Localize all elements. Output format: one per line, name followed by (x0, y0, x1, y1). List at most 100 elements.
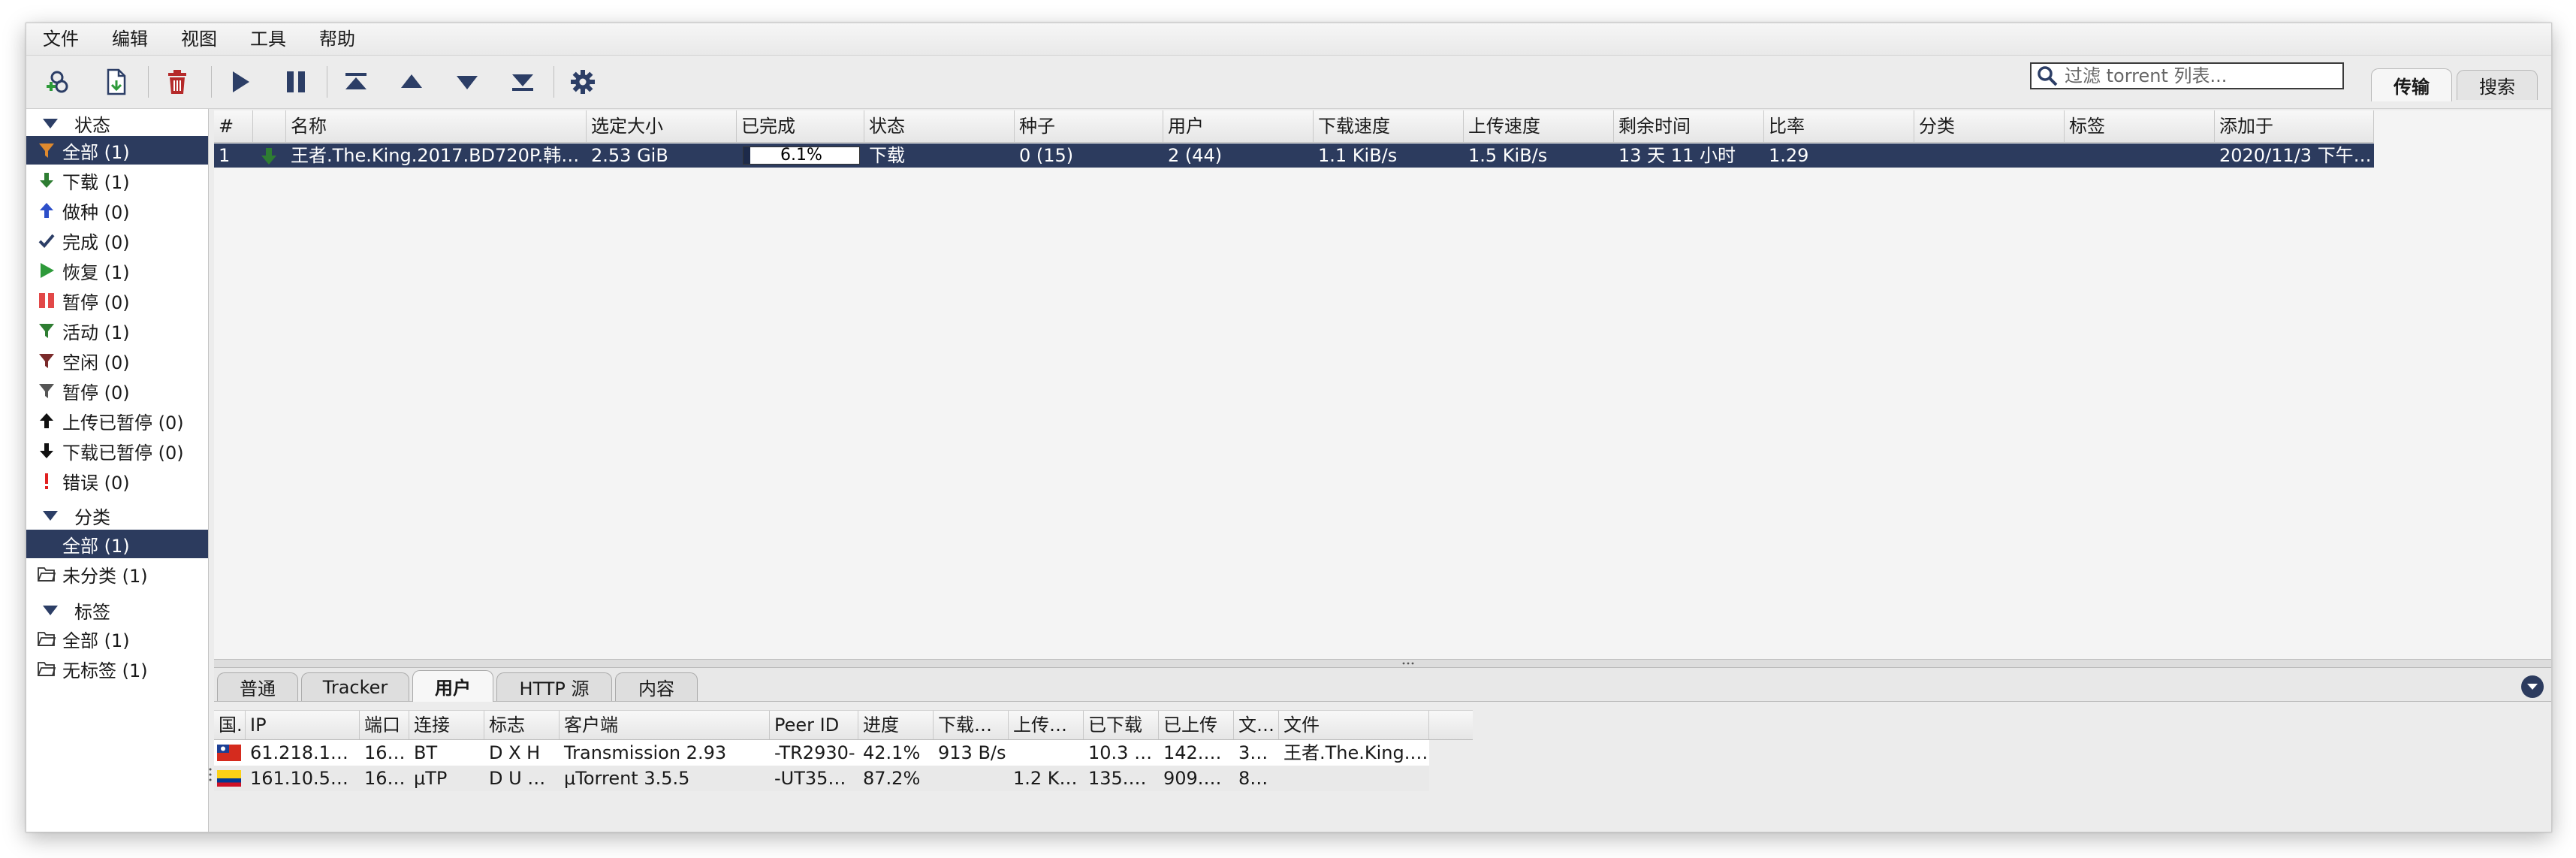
peer-col-peer-id[interactable]: Peer ID (770, 711, 858, 739)
torrent-table-header: # 名称 选定大小 已完成 状态 种子 用户 下载速度 上传速度 剩余时间 比率… (214, 110, 2374, 143)
sidebar-item-errored[interactable]: 错误 (0) (26, 467, 208, 495)
sidebar-item-completed[interactable]: 完成 (0) (26, 226, 208, 255)
menu-help[interactable]: 帮助 (303, 23, 372, 55)
peer-row[interactable]: 61.218.12… 16… BT D X H Transmission 2.9… (214, 740, 1429, 766)
menu-bar: 文件 编辑 视图 工具 帮助 (26, 23, 2551, 56)
sidebar-item-downloading[interactable]: 下载 (1) (26, 166, 208, 195)
col-header-dl-speed[interactable]: 下载速度 (1314, 110, 1464, 142)
col-header-size[interactable]: 选定大小 (587, 110, 737, 142)
category-section-header[interactable]: 分类 (26, 501, 110, 530)
sidebar-item-resumed[interactable]: 恢复 (1) (26, 256, 208, 285)
tab-http-sources[interactable]: HTTP 源 (496, 672, 612, 701)
download-arrow-icon (37, 441, 56, 461)
tab-general[interactable]: 普通 (217, 672, 298, 701)
peer-downloaded: 135.… (1088, 768, 1147, 789)
col-header-ratio[interactable]: 比率 (1764, 110, 1914, 142)
add-torrent-link-button[interactable] (43, 65, 77, 99)
peer-col-ip[interactable]: IP (246, 711, 360, 739)
menu-file[interactable]: 文件 (26, 23, 95, 55)
peer-col-uploaded[interactable]: 已上传 (1159, 711, 1234, 739)
peer-col-relevance[interactable]: 文… (1234, 711, 1279, 739)
col-header-name[interactable]: 名称 (286, 110, 587, 142)
play-icon (233, 71, 249, 92)
col-header-added-on[interactable]: 添加于 (2215, 110, 2374, 142)
add-torrent-file-button[interactable] (98, 65, 133, 99)
check-icon (37, 231, 56, 250)
torrent-dl-speed: 1.1 KiB/s (1318, 145, 1398, 166)
sidebar-item-label: 活动 (1) (62, 322, 130, 343)
peer-col-files[interactable]: 文件 (1279, 711, 1429, 739)
peer-col-country[interactable]: 国. (214, 711, 246, 739)
peer-col-ul-speed[interactable]: 上传… (1009, 711, 1084, 739)
peer-col-downloaded[interactable]: 已下载 (1084, 711, 1159, 739)
peer-col-progress[interactable]: 进度 (858, 711, 934, 739)
menu-tools[interactable]: 工具 (234, 23, 303, 55)
peer-col-dl-speed[interactable]: 下载… (934, 711, 1009, 739)
sidebar-item-inactive[interactable]: 空闲 (0) (26, 346, 208, 375)
sidebar-item-tag-all[interactable]: 全部 (1) (26, 624, 208, 653)
peer-ip: 61.218.12… (250, 742, 360, 763)
arrow-up-icon (37, 201, 56, 220)
sidebar-item-active[interactable]: 活动 (1) (26, 316, 208, 345)
col-header-peers[interactable]: 用户 (1163, 110, 1314, 142)
pause-button[interactable] (279, 65, 313, 99)
col-header-status-icon[interactable] (253, 110, 286, 142)
move-down-button[interactable] (450, 65, 484, 99)
col-header-state[interactable]: 状态 (864, 110, 1015, 142)
sidebar-item-paused[interactable]: 暂停 (0) (26, 286, 208, 315)
col-header-progress[interactable]: 已完成 (737, 110, 864, 142)
sidebar-item-upload-stalled[interactable]: 上传已暂停 (0) (26, 406, 208, 435)
col-header-seeds[interactable]: 种子 (1015, 110, 1163, 142)
options-button[interactable] (566, 65, 600, 99)
peer-col-port[interactable]: 端口 (360, 711, 409, 739)
col-header-category[interactable]: 分类 (1914, 110, 2065, 142)
flag-colombia-icon (217, 770, 241, 787)
sidebar-item-untagged[interactable]: 无标签 (1) (26, 654, 208, 683)
filter-icon (37, 381, 56, 400)
sidebar-item-download-stalled[interactable]: 下载已暂停 (0) (26, 437, 208, 465)
sidebar-item-category-all[interactable]: 全部 (1) (26, 530, 208, 558)
peer-col-flags[interactable]: 标志 (484, 711, 560, 739)
sidebar-item-label: 无标签 (1) (62, 660, 148, 681)
peer-row[interactable]: 161.10.56.54 16… μTP D U … μTorrent 3.5.… (214, 766, 1429, 791)
sidebar-item-seeding[interactable]: 做种 (0) (26, 196, 208, 225)
sidebar-item-stalled[interactable]: 暂停 (0) (26, 376, 208, 405)
tab-transfers[interactable]: 传输 (2371, 68, 2452, 101)
sidebar-item-label: 恢复 (1) (62, 261, 130, 283)
col-header-num[interactable]: # (214, 110, 253, 142)
peers-table-header: 国. IP 端口 连接 标志 客户端 Peer ID 进度 下载… 上传… 已下… (214, 710, 1473, 740)
sidebar-item-label: 错误 (0) (62, 472, 130, 494)
sidebar-item-label: 完成 (0) (62, 231, 130, 253)
peer-col-connection[interactable]: 连接 (409, 711, 484, 739)
sidebar-item-all[interactable]: 全部 (1) (26, 136, 208, 165)
sidebar-item-label: 上传已暂停 (0) (62, 412, 184, 434)
peers-list: 国. IP 端口 连接 标志 客户端 Peer ID 进度 下载… 上传… 已下… (209, 702, 2551, 832)
peer-id: -TR2930- (774, 742, 855, 763)
peer-progress: 87.2% (863, 768, 921, 789)
status-section-header[interactable]: 状态 (26, 109, 110, 137)
sidebar-item-label: 暂停 (0) (62, 382, 130, 403)
torrent-row[interactable]: 1 王者.The.King.2017.BD720P.韩语… 2.53 GiB 6… (214, 144, 2374, 168)
panel-splitter[interactable] (214, 659, 2551, 668)
delete-button[interactable] (160, 65, 195, 99)
tab-tracker[interactable]: Tracker (301, 672, 409, 701)
col-header-ul-speed[interactable]: 上传速度 (1464, 110, 1614, 142)
peer-col-client[interactable]: 客户端 (560, 711, 770, 739)
tab-search[interactable]: 搜索 (2457, 70, 2538, 100)
move-up-button[interactable] (394, 65, 429, 99)
collapse-panel-button[interactable] (2521, 675, 2544, 698)
resume-button[interactable] (223, 65, 258, 99)
tag-section-header[interactable]: 标签 (26, 596, 110, 624)
menu-edit[interactable]: 编辑 (95, 23, 164, 55)
torrent-added-on: 2020/11/3 下午… (2219, 145, 2372, 166)
col-header-tags[interactable]: 标签 (2065, 110, 2215, 142)
tab-peers[interactable]: 用户 (412, 670, 493, 702)
move-top-button[interactable] (339, 65, 373, 99)
move-bottom-button[interactable] (505, 65, 540, 99)
sidebar-item-uncategorized[interactable]: 未分类 (1) (26, 560, 208, 588)
peer-connection: μTP (414, 768, 448, 789)
filter-search-input[interactable] (2063, 65, 2321, 87)
col-header-eta[interactable]: 剩余时间 (1614, 110, 1764, 142)
tab-content[interactable]: 内容 (615, 672, 698, 701)
menu-view[interactable]: 视图 (164, 23, 234, 55)
